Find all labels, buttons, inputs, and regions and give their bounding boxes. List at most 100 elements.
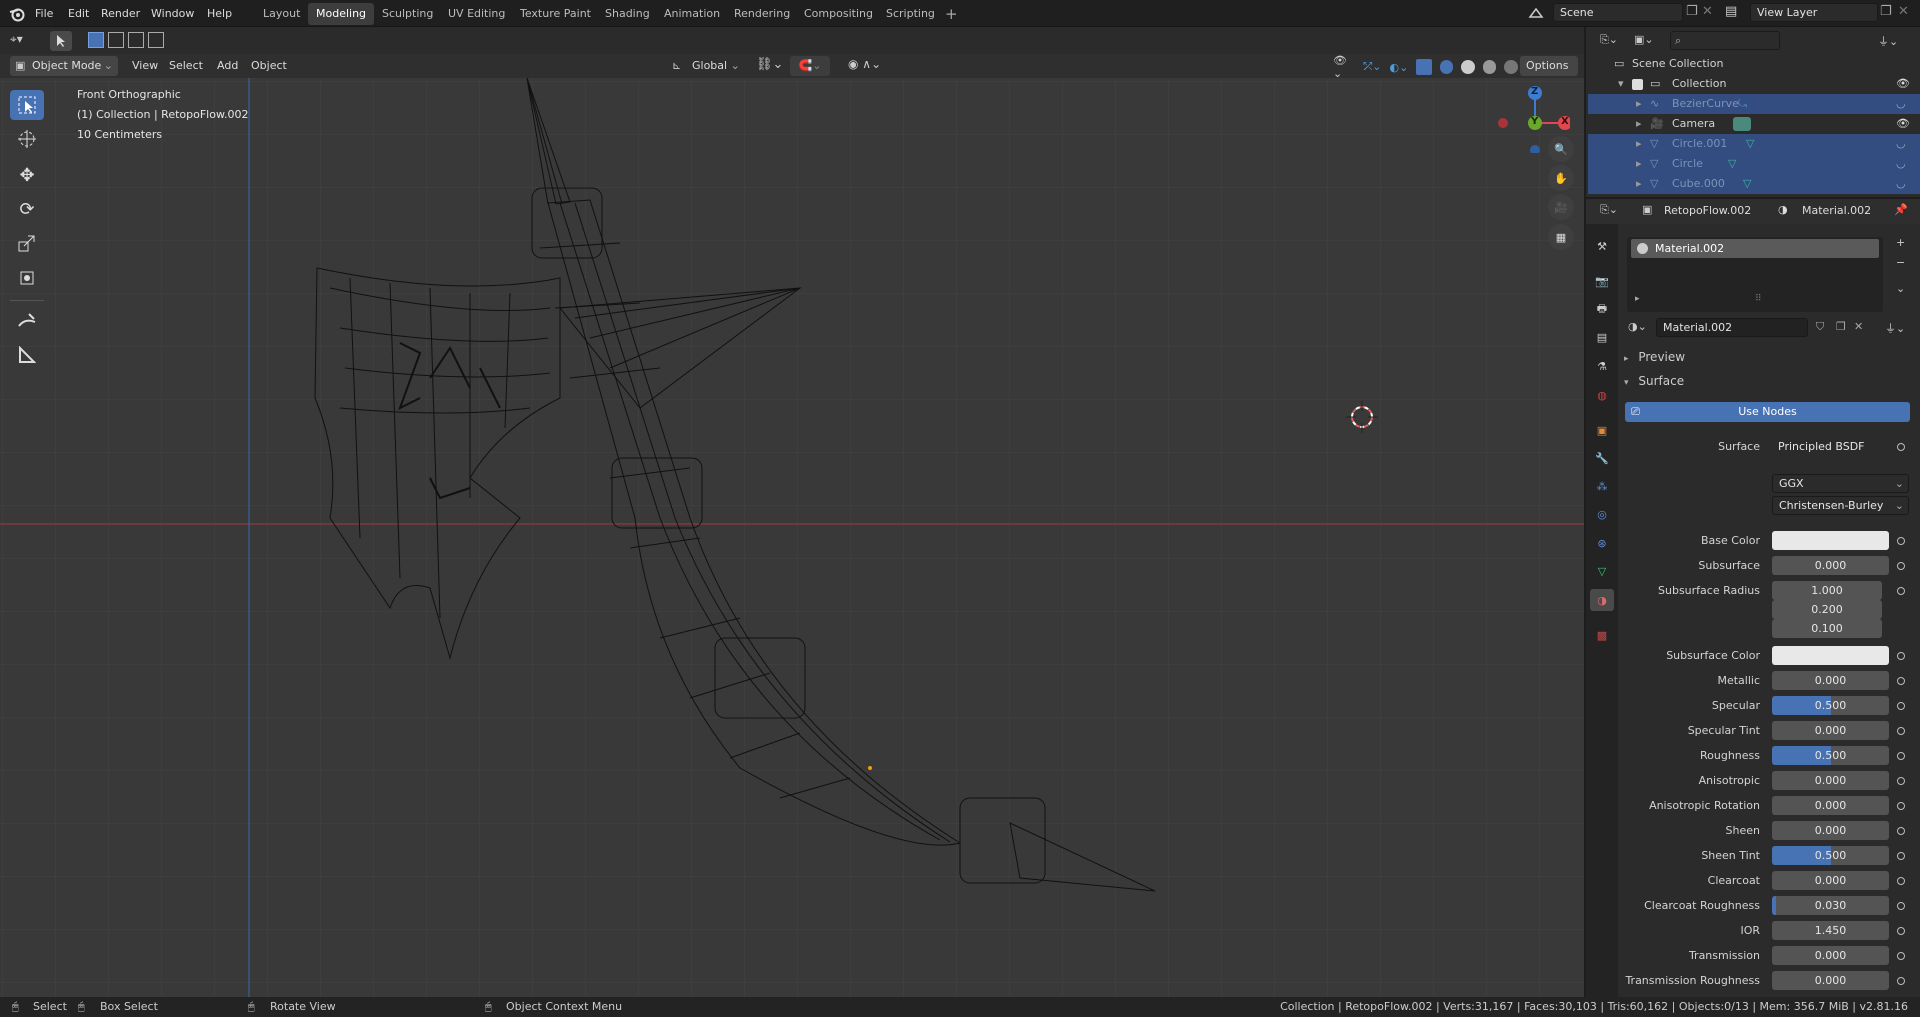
node-link-icon[interactable]: ⏚⌄ [1885,320,1905,336]
proportional-edit-icon[interactable]: ◉ ∧⌄ [848,57,881,71]
eye-closed-icon[interactable]: ◡ [1896,174,1906,194]
field-value[interactable]: 1.000 [1772,581,1882,600]
socket-icon[interactable] [1897,537,1905,545]
field-value[interactable]: 0.500 [1772,696,1889,715]
properties-editor-icon[interactable]: ⎘⌄ [1600,203,1618,217]
field-value[interactable]: 0.000 [1772,771,1889,790]
rotate-tool[interactable]: ⟳ [10,194,44,224]
socket-icon[interactable] [1897,877,1905,885]
field-value[interactable]: 0.200 [1772,600,1882,619]
mode-dropdown[interactable]: Object Mode ⌄ ▣ [10,56,118,76]
outliner-collection[interactable]: ▾ ▭ Collection 👁 [1588,74,1920,94]
annotate-tool[interactable] [10,306,44,336]
menu-window[interactable]: Window [151,0,194,27]
add-slot-icon[interactable]: + [1896,236,1905,249]
socket-icon[interactable] [1897,562,1905,570]
scene-close-icon[interactable]: ✕ [1702,4,1713,19]
ortho-grid-icon[interactable]: ▦ [1548,224,1574,250]
field-value[interactable] [1772,531,1889,550]
tab-shading[interactable]: Shading [597,3,658,25]
eye-icon[interactable]: 👁 [1896,74,1910,94]
rendered-shading-icon[interactable] [1504,60,1518,74]
socket-icon[interactable] [1897,977,1905,985]
view-layer-tab-icon[interactable]: ▤ [1592,327,1612,347]
outliner-scene-collection[interactable]: ▭ Scene Collection [1588,54,1920,74]
world-tab-icon[interactable]: ◍ [1592,385,1612,405]
pivot-icon[interactable]: ⛓⌄ [756,57,783,72]
browse-material-icon[interactable]: ◑⌄ [1628,320,1647,333]
field-value[interactable]: 0.000 [1772,721,1889,740]
add-workspace-icon[interactable]: + [945,5,958,23]
socket-icon[interactable] [1897,927,1905,935]
socket-icon[interactable] [1897,443,1905,451]
orientation-dropdown[interactable]: ⊾ Global ⌄ [670,56,748,76]
scene-copy-icon[interactable]: ❐ [1686,4,1698,19]
physics-tab-icon[interactable]: ◎ [1592,504,1612,524]
field-value[interactable]: 0.000 [1772,556,1889,575]
eye-closed-icon[interactable]: ◡ [1896,134,1906,154]
socket-icon[interactable] [1897,727,1905,735]
menu-add[interactable]: Add [213,56,242,76]
visibility-icon[interactable]: 👁⌄ [1333,54,1355,80]
overlay-icon[interactable]: ◐⌄ [1389,61,1408,74]
eye-icon[interactable]: 👁 [1896,114,1910,134]
select-extend-icon[interactable] [108,32,124,48]
outliner-item-circle[interactable]: ▸ ▽ Circle ▽ ◡ [1588,154,1920,174]
scene-tab-icon[interactable]: ⚗ [1592,356,1612,376]
expand-icon[interactable]: ▾ [1618,74,1624,94]
filter-icon[interactable]: ⏚⌄ [1878,33,1898,49]
unlink-icon[interactable]: ✕ [1854,320,1863,333]
output-tab-icon[interactable]: 🖶 [1592,299,1612,319]
pin-icon[interactable]: 📌 [1894,203,1908,216]
tab-layout[interactable]: Layout [255,3,308,25]
camera-view-icon[interactable]: 🎥 [1548,194,1574,220]
resize-handle-icon[interactable]: ⠿ [1755,294,1762,304]
tab-scripting[interactable]: Scripting [878,3,943,25]
outliner-editor-icon[interactable]: ⎘⌄ [1600,33,1618,47]
socket-icon[interactable] [1897,677,1905,685]
tab-animation[interactable]: Animation [656,3,728,25]
xray-icon[interactable] [1416,59,1432,75]
socket-icon[interactable] [1897,827,1905,835]
socket-icon[interactable] [1897,652,1905,660]
expand-icon[interactable]: ▸ [1635,294,1640,304]
socket-icon[interactable] [1897,952,1905,960]
slot-menu-icon[interactable]: ⌄ [1896,282,1905,295]
blender-logo-icon[interactable] [8,5,26,23]
render-tab-icon[interactable]: 📷 [1592,271,1612,291]
menu-object[interactable]: Object [247,56,291,76]
socket-icon[interactable] [1897,777,1905,785]
field-value[interactable]: 0.000 [1772,821,1889,840]
menu-edit[interactable]: Edit [68,0,89,27]
outliner-item-cube000[interactable]: ▸ ▽ Cube.000 ▽ ◡ [1588,174,1920,194]
3d-viewport[interactable]: Front Orthographic (1) Collection | Reto… [0,78,1584,997]
tab-rendering[interactable]: Rendering [726,3,798,25]
distribution-dropdown[interactable]: GGX ⌄ [1772,474,1909,493]
menu-file[interactable]: File [35,0,53,27]
material-slot[interactable]: Material.002 [1631,239,1879,258]
field-value[interactable] [1772,646,1889,665]
preview-panel[interactable]: ▸ Preview [1624,350,1685,364]
view-layer-icon[interactable]: ▤ [1725,4,1737,19]
field-value[interactable]: 0.500 [1772,746,1889,765]
use-nodes-button[interactable]: ⎚ Use Nodes [1625,402,1910,422]
view-layer-close-icon[interactable]: ✕ [1898,4,1909,19]
tab-sculpting[interactable]: Sculpting [374,3,441,25]
socket-icon[interactable] [1897,902,1905,910]
display-mode-icon[interactable]: ▣⌄ [1634,33,1654,46]
surface-panel[interactable]: ▾ Surface [1624,374,1684,388]
material-shading-icon[interactable] [1482,60,1497,74]
fake-user-icon[interactable]: ⛉ [1816,320,1824,334]
socket-icon[interactable] [1897,802,1905,810]
tool-tab-icon[interactable]: ⚒ [1592,236,1612,256]
outliner-item-circle001[interactable]: ▸ ▽ Circle.001 ▽ ◡ [1588,134,1920,154]
snap-icon[interactable]: 🧲⌄ [790,56,830,76]
tab-texture-paint[interactable]: Texture Paint [512,3,599,25]
socket-icon[interactable] [1897,587,1905,595]
pan-icon[interactable]: ✋ [1548,165,1574,191]
editor-type-icon[interactable]: ⌖▾ [10,32,23,47]
field-value[interactable]: 1.450 [1772,921,1889,940]
remove-slot-icon[interactable]: − [1896,256,1905,269]
field-value[interactable]: 0.000 [1772,971,1889,990]
field-value[interactable]: 0.100 [1772,619,1882,638]
